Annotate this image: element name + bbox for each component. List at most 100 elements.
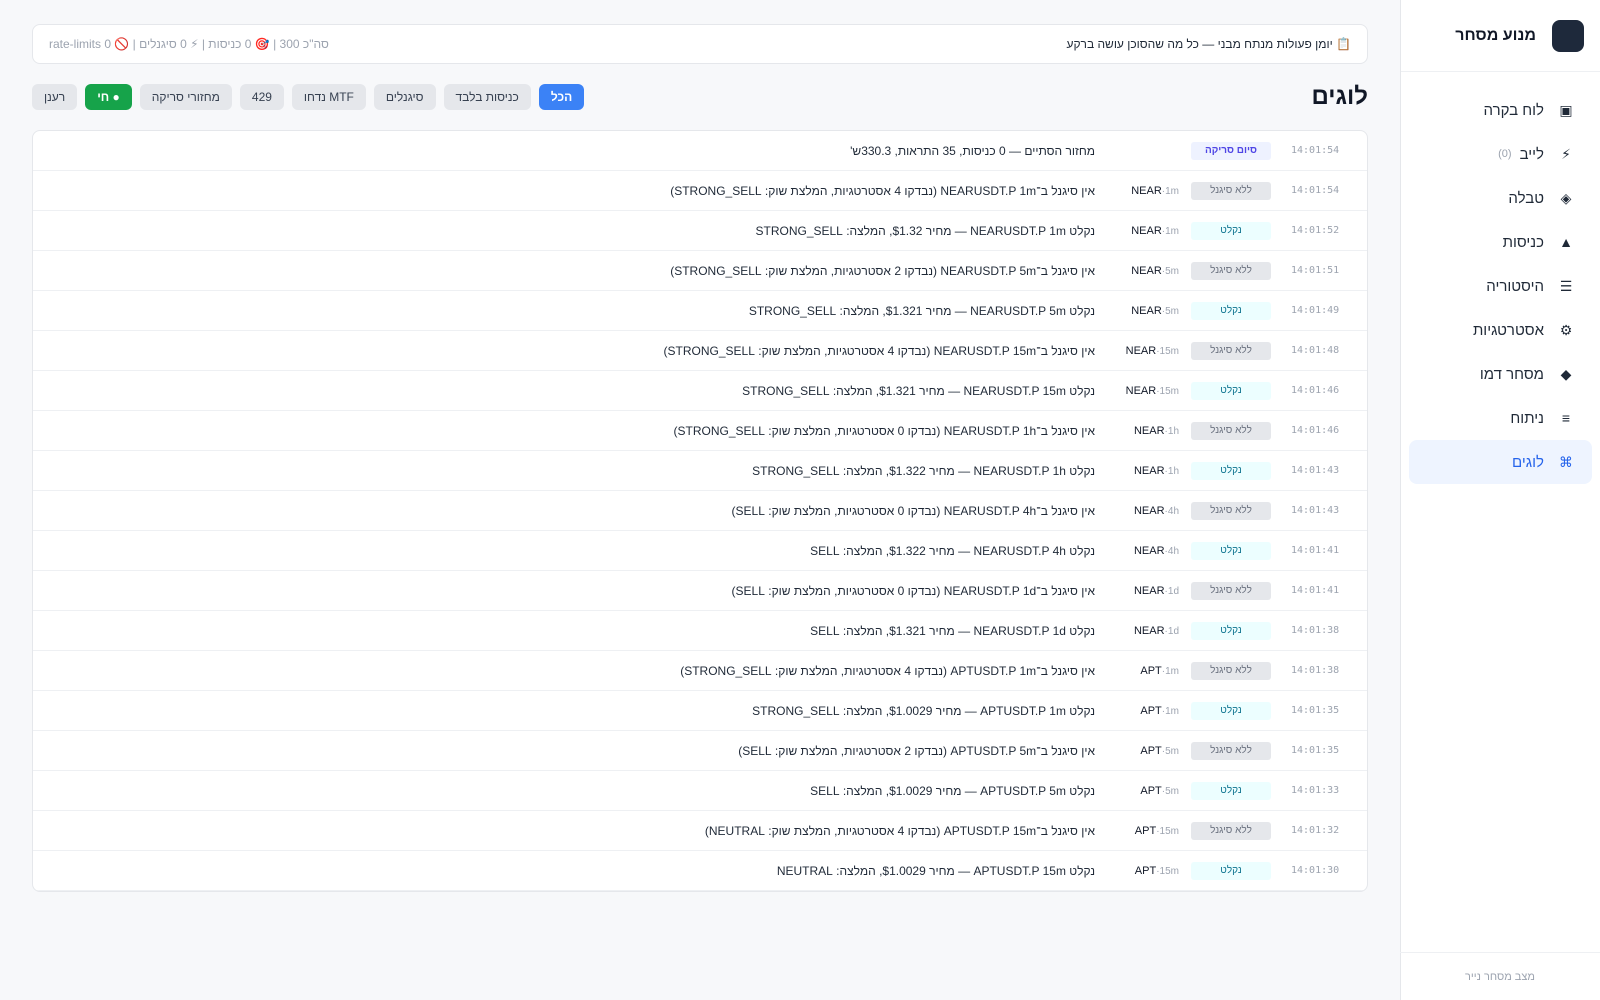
filter-signals-button[interactable]: סיגנלים (373, 84, 436, 110)
symbol-name: APT (1140, 784, 1162, 797)
log-timestamp: 14:01:46 (1291, 425, 1340, 436)
log-timestamp: 14:01:32 (1291, 825, 1340, 836)
sidebar-nav: ▣ לוח בקרה ⚡ לייב (0) ◈ טבלה ▲ כניסות ☰ היסטוריה ⚙ א… (1401, 72, 1600, 500)
log-badge: ללא סיגנל (1191, 501, 1271, 520)
main-content: 📋 יומן פעולות מנתח מבני — כל מה שהסוכן ע… (32, 0, 1368, 1000)
log-message: אין סיגנל ב־NEARUSDT.P 4h (נבדקו 0 אסטרט… (731, 503, 1095, 518)
log-badge: נקלט (1191, 621, 1271, 640)
sidebar-footer: מצב מסחר נייר (1400, 952, 1600, 1000)
log-badge: נקלט (1191, 781, 1271, 800)
filter-mtf-rejected-button[interactable]: MTF נדחו (291, 84, 366, 110)
logs-icon: ⌘ (1559, 453, 1573, 470)
symbol-timeframe: ·1m (1161, 225, 1179, 237)
history-icon: ☰ (1559, 277, 1573, 294)
symbol-name: NEAR (1133, 584, 1165, 597)
filter-refresh-button[interactable]: רענן (32, 84, 78, 110)
symbol-name: NEAR (1133, 504, 1165, 517)
symbol-name: NEAR (1125, 344, 1157, 357)
log-timestamp: 14:01:41 (1291, 585, 1340, 596)
log-row: 14:01:41 נקלט NEAR·4h נקלט NEARUSDT.P 4h — … (33, 531, 1367, 571)
brand: מנוע מסחר (1401, 0, 1600, 72)
symbol-name: APT (1134, 864, 1157, 877)
sidebar-item-strategies[interactable]: ⚙ אסטרטגיות (1409, 308, 1592, 352)
log-message: אין סיגנל ב־NEARUSDT.P 1d (נבדקו 0 אסטרט… (731, 583, 1095, 598)
log-symbol: APT·5m (1121, 785, 1179, 797)
symbol-timeframe: ·15m (1156, 825, 1179, 837)
filter-429-button[interactable]: 429 (239, 84, 284, 110)
log-timestamp: 14:01:49 (1291, 305, 1340, 316)
log-badge: ללא סיגנל (1191, 741, 1271, 760)
log-row: 14:01:48 ללא סיגנל NEAR·15m אין סיגנל ב־NEA… (33, 331, 1367, 371)
filter-scan-cycles-button[interactable]: מחזורי סריקה (139, 84, 232, 110)
sidebar-item-label: כניסות (1502, 233, 1544, 251)
log-row: 14:01:33 נקלט APT·5m נקלט APTUSDT.P 5m — מח… (33, 771, 1367, 811)
log-badge: נקלט (1191, 701, 1271, 720)
symbol-name: NEAR (1131, 264, 1162, 277)
sidebar-item-label: לייב (1519, 145, 1544, 163)
sidebar-item-live[interactable]: ⚡ לייב (0) (1409, 132, 1592, 176)
sidebar-item-logs[interactable]: ⌘ לוגים (1409, 440, 1592, 484)
log-row: 14:01:35 נקלט APT·1m נקלט APTUSDT.P 1m — מח… (33, 691, 1367, 731)
symbol-timeframe: ·4h (1164, 505, 1179, 517)
log-row: 14:01:51 ללא סיגנל NEAR·5m אין סיגנל ב־NEAR… (33, 251, 1367, 291)
sidebar-item-demo-trading[interactable]: ◆ מסחר דמו (1409, 352, 1592, 396)
symbol-timeframe: ·1d (1164, 585, 1179, 597)
log-list[interactable]: 14:01:54 סיום סריקה מחזור הסתיים — 0 כניסו… (32, 130, 1368, 892)
log-badge: ללא סיגנל (1191, 581, 1271, 600)
filter-live-button[interactable]: ● חי (85, 84, 132, 110)
entries-icon: ▲ (1559, 234, 1573, 250)
sidebar-item-dashboard[interactable]: ▣ לוח בקרה (1409, 88, 1592, 132)
filter-bar: הכל כניסות בלבד סיגנלים MTF נדחו 429 מחזורי ס… (32, 84, 585, 110)
log-symbol: NEAR·5m (1121, 265, 1179, 277)
symbol-timeframe: ·5m (1161, 785, 1179, 797)
strategies-icon: ⚙ (1559, 321, 1573, 338)
sidebar: מנוע מסחר ▣ לוח בקרה ⚡ לייב (0) ◈ טבלה ▲ כניסות ☰… (1400, 0, 1600, 1000)
symbol-name: NEAR (1133, 424, 1165, 437)
log-symbol: NEAR·15m (1121, 345, 1179, 357)
sidebar-item-history[interactable]: ☰ היסטוריה (1409, 264, 1592, 308)
log-row: 14:01:30 נקלט APT·15m נקלט APTUSDT.P 15m — … (33, 851, 1367, 891)
log-timestamp: 14:01:46 (1291, 385, 1340, 396)
sidebar-item-entries[interactable]: ▲ כניסות (1409, 220, 1592, 264)
log-row: 14:01:38 נקלט NEAR·1d נקלט NEARUSDT.P 1d — … (33, 611, 1367, 651)
log-symbol: NEAR·4h (1121, 545, 1179, 557)
symbol-name: NEAR (1125, 384, 1157, 397)
log-row: 14:01:54 סיום סריקה מחזור הסתיים — 0 כניסו… (33, 131, 1367, 171)
log-message: נקלט APTUSDT.P 15m — מחיר $1.0029, המלצה… (776, 863, 1095, 878)
brand-logo (1552, 19, 1584, 52)
log-message: מחזור הסתיים — 0 כניסות, 35 התראות, 330.… (850, 143, 1095, 158)
sidebar-item-label: ניתוח (1510, 409, 1544, 427)
symbol-timeframe: ·15m (1156, 865, 1179, 877)
log-message: אין סיגנל ב־APTUSDT.P 5m (נבדקו 2 אסטרטג… (738, 743, 1095, 758)
log-message: אין סיגנל ב־APTUSDT.P 15m (נבדקו 4 אסטרט… (704, 823, 1095, 838)
log-timestamp: 14:01:35 (1291, 745, 1340, 756)
sidebar-item-table[interactable]: ◈ טבלה (1409, 176, 1592, 220)
page-title: לוגים (1311, 83, 1368, 110)
log-symbol: NEAR·1m (1121, 225, 1179, 237)
log-badge: נקלט (1191, 221, 1271, 240)
log-badge: נקלט (1191, 301, 1271, 320)
log-message: אין סיגנל ב־NEARUSDT.P 5m (נבדקו 2 אסטרט… (670, 263, 1095, 278)
log-timestamp: 14:01:54 (1291, 185, 1340, 196)
log-symbol: NEAR·5m (1121, 305, 1179, 317)
sidebar-item-analysis[interactable]: ≡ ניתוח (1409, 396, 1592, 440)
symbol-name: NEAR (1131, 304, 1162, 317)
log-row: 14:01:30ללא סיגנלAPT·1hאין סיגנל ב־APTUS… (33, 891, 1367, 892)
banner-stats: סה"כ 300 | 🎯 0 כניסות | ⚡ 0 סיגנלים | 🚫 … (49, 37, 329, 51)
symbol-name: NEAR (1133, 544, 1165, 557)
sidebar-item-label: לוח בקרה (1483, 101, 1544, 119)
symbol-name: NEAR (1133, 624, 1165, 637)
log-timestamp: 14:01:41 (1291, 545, 1340, 556)
filter-entries-only-button[interactable]: כניסות בלבד (443, 84, 531, 110)
log-timestamp: 14:01:43 (1291, 505, 1340, 516)
log-timestamp: 14:01:43 (1291, 465, 1340, 476)
log-symbol: APT·1m (1121, 705, 1179, 717)
symbol-timeframe: ·5m (1161, 745, 1179, 757)
demo-trading-icon: ◆ (1560, 365, 1572, 382)
log-timestamp: 14:01:51 (1291, 265, 1340, 276)
log-symbol: NEAR·1d (1121, 585, 1179, 597)
filter-all-button[interactable]: הכל (538, 84, 585, 110)
symbol-name: APT (1140, 664, 1162, 677)
symbol-timeframe: ·1d (1164, 625, 1179, 637)
log-symbol: NEAR·1h (1121, 425, 1179, 437)
